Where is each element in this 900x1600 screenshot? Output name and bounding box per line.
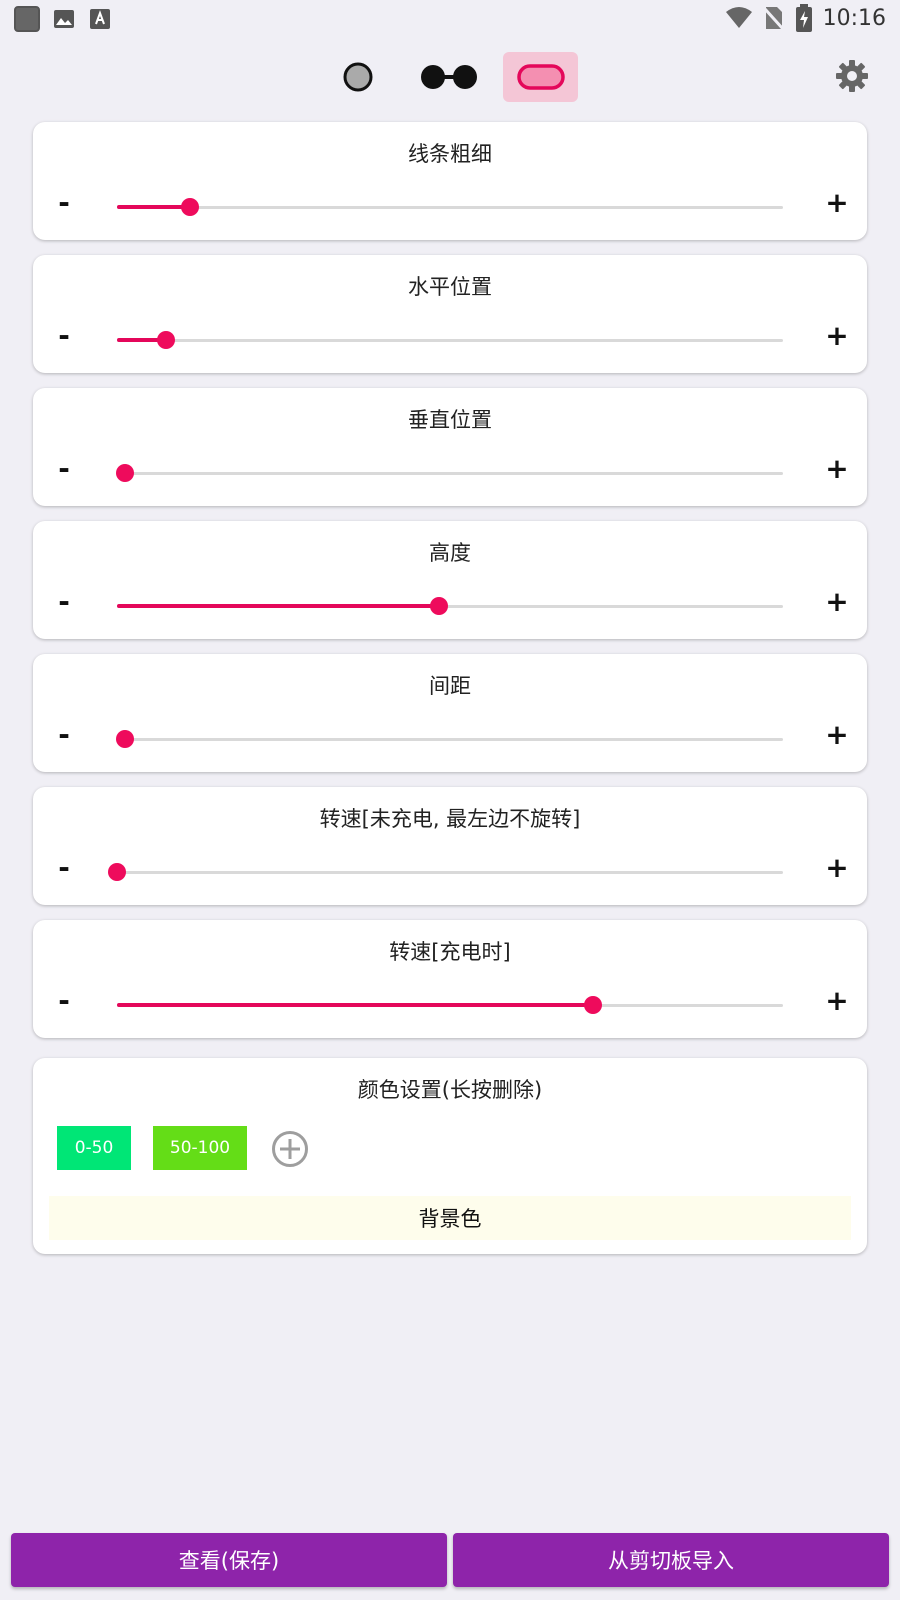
decrease-button[interactable]: - <box>51 587 77 617</box>
increase-button[interactable]: + <box>823 720 851 750</box>
slider-fill <box>117 205 191 209</box>
slider-track <box>117 871 783 874</box>
horizontal-position-slider[interactable] <box>117 331 783 349</box>
mode-dual-circle-button[interactable] <box>412 52 486 102</box>
slider-thumb[interactable] <box>115 464 134 482</box>
slider-thumb[interactable] <box>156 331 175 349</box>
color-settings-title: 颜色设置(长按删除) <box>357 1078 543 1102</box>
slider-fill <box>117 1003 593 1007</box>
decrease-button[interactable]: - <box>51 188 77 218</box>
image-icon <box>54 10 74 28</box>
add-circle-icon <box>272 1131 308 1167</box>
slider-card-speed-charging: 转速[充电时] - + <box>33 920 867 1038</box>
wifi-icon <box>725 7 752 28</box>
slider-card-line-width: 线条粗细 - + <box>33 122 867 240</box>
dual-circle-mode-icon <box>421 65 477 89</box>
color-chip[interactable]: 50-100 <box>153 1126 247 1170</box>
slider-track <box>117 738 783 741</box>
mode-capsule-button[interactable] <box>503 52 578 102</box>
spacing-slider[interactable] <box>115 730 783 748</box>
status-bar: 10:16 <box>0 0 900 36</box>
settings-button[interactable] <box>834 58 870 94</box>
slider-track <box>117 472 783 475</box>
vertical-position-slider[interactable] <box>115 464 783 482</box>
slider-title: 垂直位置 <box>408 408 492 432</box>
slider-thumb[interactable] <box>429 597 448 615</box>
slider-title: 水平位置 <box>408 275 492 299</box>
increase-button[interactable]: + <box>823 587 851 617</box>
increase-button[interactable]: + <box>823 321 851 351</box>
decrease-button[interactable]: - <box>51 321 77 351</box>
gear-icon <box>836 60 868 92</box>
import-clipboard-button[interactable]: 从剪切板导入 <box>453 1533 889 1587</box>
slider-card-speed-uncharged: 转速[未充电, 最左边不旋转] - + <box>33 787 867 905</box>
circle-mode-icon <box>343 62 373 92</box>
decrease-button[interactable]: - <box>51 986 77 1016</box>
slider-title: 高度 <box>429 541 471 565</box>
slider-thumb[interactable] <box>115 730 134 748</box>
speed-charging-slider[interactable] <box>117 996 783 1014</box>
increase-button[interactable]: + <box>823 986 851 1016</box>
capsule-mode-icon <box>516 64 565 90</box>
decrease-button[interactable]: - <box>51 454 77 484</box>
slider-fill <box>117 604 439 608</box>
decrease-button[interactable]: - <box>51 853 77 883</box>
height-slider[interactable] <box>117 597 783 615</box>
slider-title: 线条粗细 <box>408 142 492 166</box>
battery-charging-icon <box>795 4 812 32</box>
increase-button[interactable]: + <box>823 188 851 218</box>
slider-thumb[interactable] <box>108 863 126 881</box>
slider-track <box>117 206 783 209</box>
decrease-button[interactable]: - <box>51 720 77 750</box>
slider-card-height: 高度 - + <box>33 521 867 639</box>
color-chip[interactable]: 0-50 <box>57 1126 131 1170</box>
color-settings-card: 颜色设置(长按删除) 0-50 50-100 背景色 <box>33 1058 867 1254</box>
increase-button[interactable]: + <box>823 853 851 883</box>
mode-toolbar <box>0 50 900 104</box>
font-icon <box>90 9 110 29</box>
slider-card-spacing: 间距 - + <box>33 654 867 772</box>
status-time: 10:16 <box>822 5 886 31</box>
slider-title: 转速[未充电, 最左边不旋转] <box>319 807 581 831</box>
slider-title: 间距 <box>429 674 471 698</box>
slider-thumb[interactable] <box>583 996 602 1014</box>
background-color-button[interactable]: 背景色 <box>49 1196 851 1240</box>
add-color-button[interactable] <box>271 1130 309 1168</box>
speed-uncharged-slider[interactable] <box>108 863 783 881</box>
increase-button[interactable]: + <box>823 454 851 484</box>
slider-card-vertical-position: 垂直位置 - + <box>33 388 867 506</box>
line-width-slider[interactable] <box>117 198 783 216</box>
mode-circle-button[interactable] <box>330 52 386 102</box>
slider-thumb[interactable] <box>181 198 200 216</box>
view-save-button[interactable]: 查看(保存) <box>11 1533 447 1587</box>
slider-title: 转速[充电时] <box>389 940 511 964</box>
slider-card-horizontal-position: 水平位置 - + <box>33 255 867 373</box>
no-sim-icon <box>763 7 784 31</box>
slider-track <box>117 339 783 342</box>
app-square-icon <box>14 6 40 32</box>
